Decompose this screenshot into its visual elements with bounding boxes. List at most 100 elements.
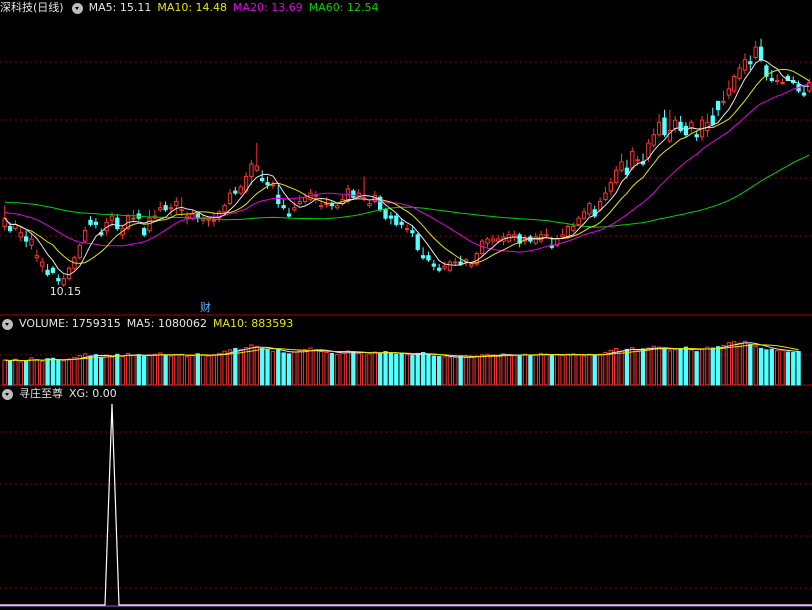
candle bbox=[635, 159, 640, 162]
candle bbox=[608, 182, 614, 192]
volume-bar bbox=[265, 349, 270, 386]
volume-bar bbox=[721, 344, 726, 386]
candle bbox=[603, 192, 608, 200]
volume-bar bbox=[222, 350, 227, 386]
candle bbox=[410, 230, 415, 234]
candle bbox=[324, 203, 329, 206]
volume-bar bbox=[603, 351, 608, 386]
volume-bar bbox=[136, 354, 141, 386]
volume-bar bbox=[302, 348, 308, 386]
volume-bar bbox=[200, 354, 206, 386]
volume-bar bbox=[447, 357, 453, 386]
candle bbox=[581, 211, 587, 219]
candle bbox=[297, 200, 302, 205]
volume-bar bbox=[689, 349, 694, 386]
candle bbox=[260, 178, 265, 182]
volume-bar bbox=[528, 355, 533, 386]
volume-bar bbox=[673, 349, 678, 386]
candle bbox=[619, 161, 624, 171]
candle bbox=[453, 261, 458, 264]
volume-bar bbox=[297, 350, 302, 386]
volume-bar bbox=[319, 351, 324, 386]
volume-bar bbox=[211, 354, 217, 386]
candle bbox=[45, 269, 50, 275]
candle bbox=[7, 225, 13, 232]
volume-bar bbox=[152, 353, 158, 386]
candle bbox=[394, 215, 399, 225]
candle bbox=[222, 205, 227, 213]
volume-bar bbox=[501, 353, 506, 386]
volume-bar bbox=[281, 352, 286, 386]
candle bbox=[141, 228, 147, 236]
volume-bar bbox=[758, 347, 764, 386]
volume-bar bbox=[785, 351, 791, 386]
candle bbox=[469, 263, 474, 267]
volume-bar bbox=[394, 353, 399, 386]
volume-bar bbox=[254, 345, 259, 386]
volume-bar bbox=[656, 346, 662, 386]
volume-bar bbox=[243, 347, 249, 386]
volume-bar bbox=[608, 349, 614, 386]
volume-bar bbox=[372, 351, 377, 386]
candle bbox=[233, 190, 238, 194]
candle bbox=[383, 209, 388, 219]
volume-bar bbox=[7, 360, 13, 386]
volume-bar bbox=[485, 353, 490, 386]
candle bbox=[34, 255, 40, 259]
candle bbox=[748, 61, 753, 65]
candle bbox=[367, 203, 372, 207]
candle bbox=[23, 236, 29, 242]
volume-bar bbox=[179, 353, 184, 386]
volume-bar bbox=[115, 353, 120, 386]
volume-bar bbox=[361, 351, 367, 386]
candle bbox=[147, 217, 152, 232]
event-marker[interactable]: 财 bbox=[200, 300, 211, 314]
volume-bar bbox=[479, 354, 485, 386]
candle bbox=[399, 221, 404, 225]
candle bbox=[109, 215, 115, 221]
volume-bar bbox=[496, 355, 501, 386]
volume-bar bbox=[260, 347, 265, 386]
candle bbox=[319, 205, 324, 208]
moving-average-layer bbox=[4, 59, 810, 276]
candle bbox=[742, 59, 748, 71]
volume-bar bbox=[710, 347, 715, 386]
candle bbox=[356, 192, 361, 196]
volume-bar bbox=[109, 356, 115, 386]
candle bbox=[431, 263, 436, 267]
candle bbox=[426, 255, 431, 261]
volume-bar bbox=[753, 346, 758, 386]
candle bbox=[458, 261, 463, 265]
candlestick-layer[interactable] bbox=[2, 38, 812, 287]
candle bbox=[490, 238, 495, 242]
volume-bar bbox=[141, 355, 147, 386]
volume-bar bbox=[458, 355, 463, 386]
candle bbox=[437, 267, 442, 271]
candle bbox=[211, 219, 217, 222]
volume-bar bbox=[732, 341, 737, 386]
volume-bar bbox=[2, 359, 7, 386]
volume-bar bbox=[163, 354, 168, 386]
volume-bar bbox=[308, 347, 313, 386]
volume-bar bbox=[576, 354, 581, 386]
volume-bar bbox=[667, 350, 673, 386]
volume-bar bbox=[13, 358, 18, 386]
volume-bar bbox=[791, 351, 796, 386]
volume-bar bbox=[40, 360, 45, 386]
volume-bar bbox=[555, 354, 560, 386]
volume-bar bbox=[104, 354, 109, 386]
candle bbox=[270, 184, 276, 187]
volume-bar bbox=[335, 353, 340, 386]
candle bbox=[313, 194, 318, 197]
volume-bar bbox=[517, 354, 522, 386]
volume-bar-layer[interactable] bbox=[2, 340, 801, 386]
candle bbox=[351, 190, 356, 198]
stock-chart[interactable]: 10.15 财 bbox=[0, 0, 812, 610]
candle bbox=[544, 234, 549, 237]
volume-bar bbox=[195, 353, 200, 386]
low-price-label: 10.15 bbox=[50, 285, 82, 298]
volume-bar bbox=[399, 353, 404, 386]
candle bbox=[732, 75, 737, 92]
candle bbox=[388, 215, 394, 219]
volume-bar bbox=[88, 355, 93, 386]
